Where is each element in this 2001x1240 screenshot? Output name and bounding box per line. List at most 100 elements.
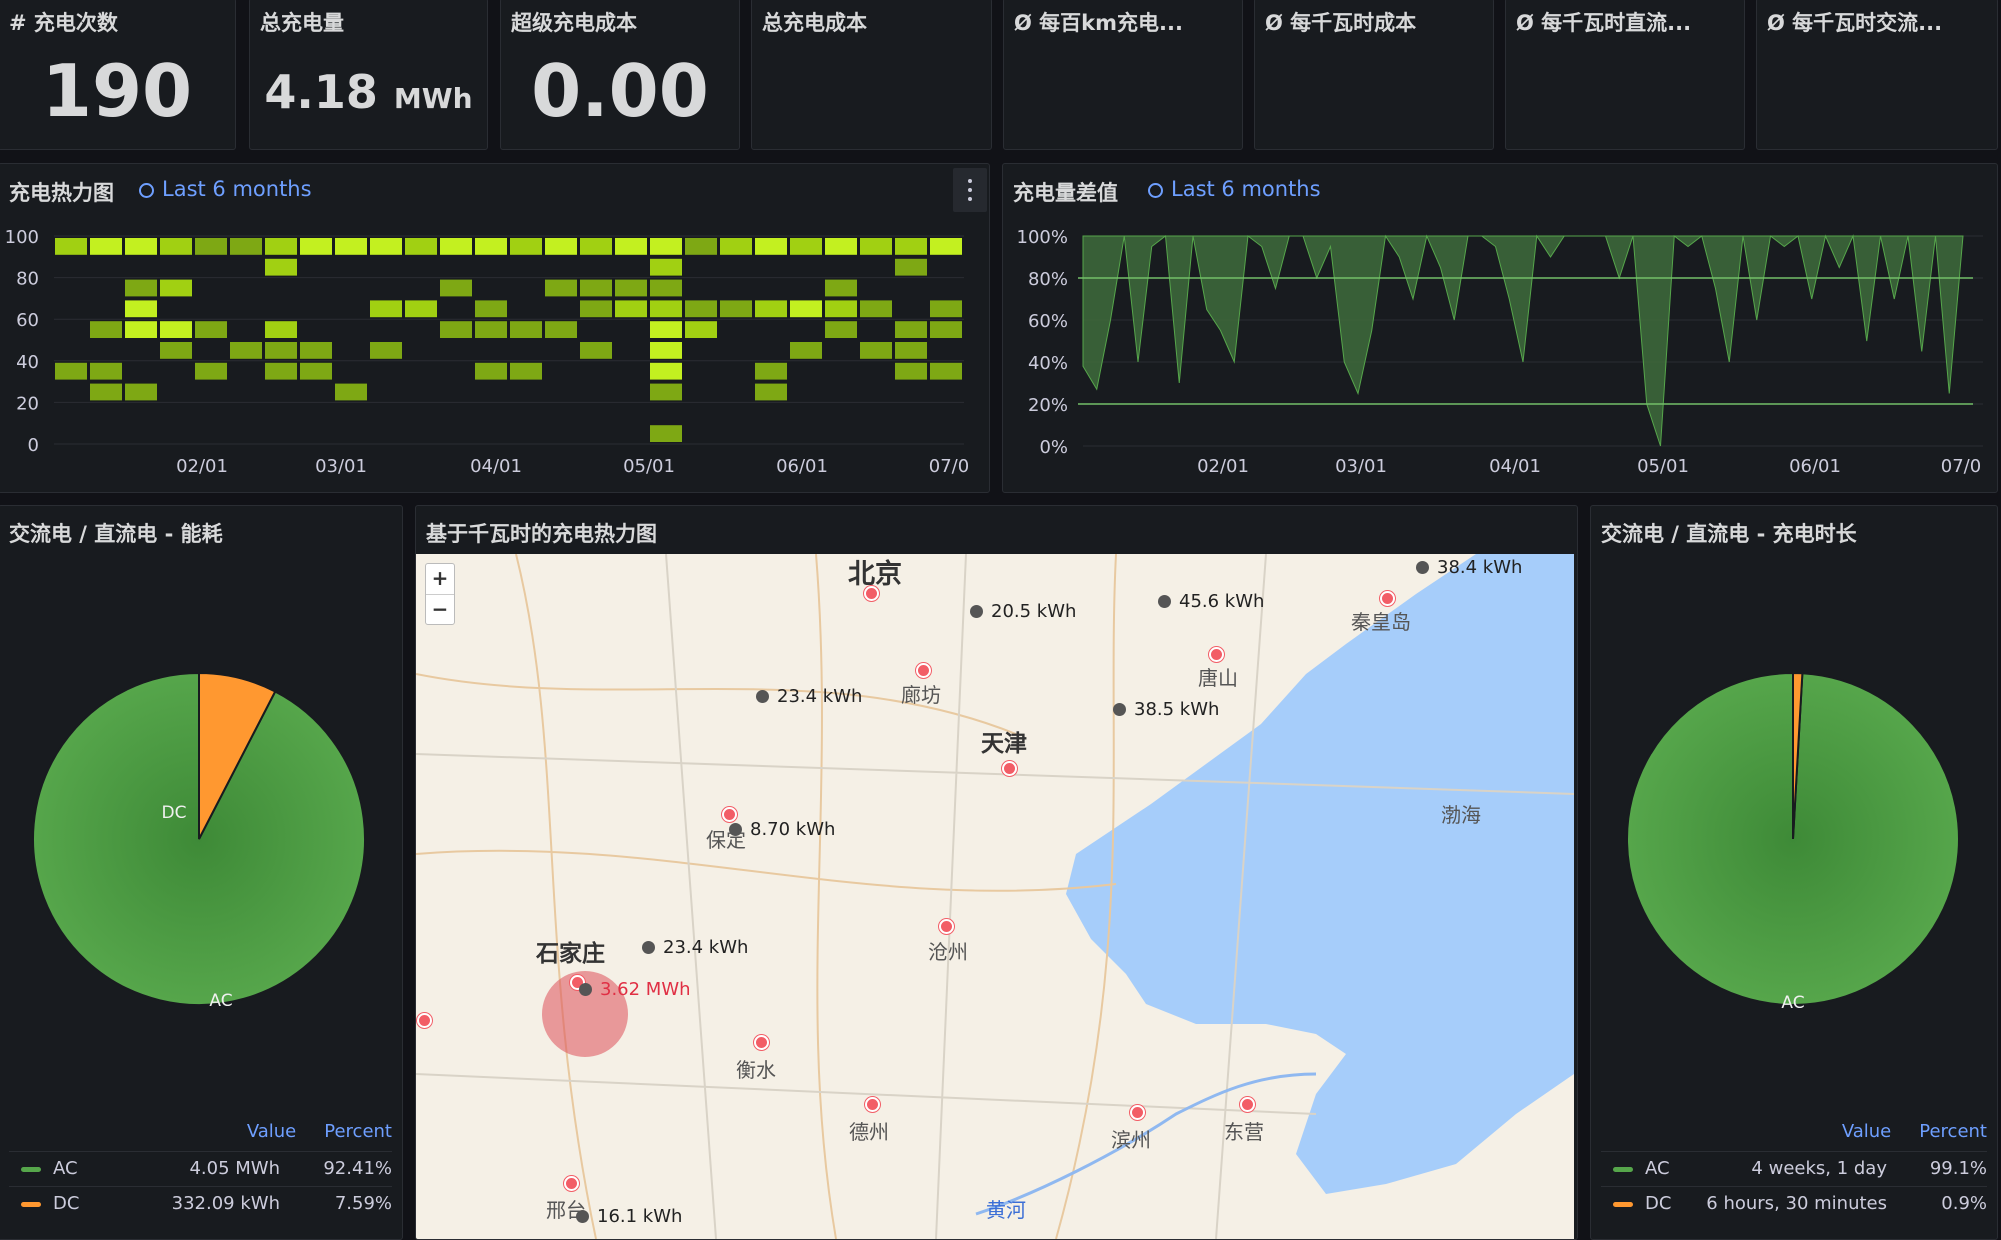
heatmap-cell <box>545 279 577 297</box>
heatmap-cell <box>755 383 787 401</box>
city-label: 德州 <box>849 1120 889 1144</box>
heatmap-cell <box>650 300 682 318</box>
legend-percent: 7.59% <box>334 1193 392 1214</box>
heatmap-cell <box>615 300 647 318</box>
legend-row-dc[interactable]: DC 332.09 kWh 7.59% <box>9 1186 392 1221</box>
heatmap-cell <box>685 321 717 338</box>
city-dot <box>1240 1097 1255 1112</box>
heatmap-cell <box>370 300 402 318</box>
duration-legend: Value Percent AC 4 weeks, 1 day 99.1% DC … <box>1601 1121 1987 1231</box>
map-marker[interactable]: 8.70 kWh <box>729 819 835 840</box>
stat-title: 总充电成本 <box>762 11 867 35</box>
heatmap-cell <box>720 238 752 255</box>
heatmap-cell <box>755 238 787 255</box>
heatmap-cell <box>195 321 227 338</box>
heatmap-cell <box>825 321 857 338</box>
city-dot <box>916 663 931 678</box>
y-tick-label: 100% <box>1017 227 1068 248</box>
stat-panel-avg-ac-kwh[interactable]: Ø 每千瓦时交流... <box>1756 0 1998 150</box>
energy-pie-panel[interactable]: 交流电 / 直流电 - 能耗 AC DC Value Percent AC 4.05… <box>0 505 403 1240</box>
map-marker[interactable]: 38.5 kWh <box>1113 699 1219 720</box>
stat-title: Ø 每千瓦时直流... <box>1516 11 1692 35</box>
heatmap-cell <box>300 342 332 359</box>
heatmap-cell <box>825 279 857 297</box>
heatmap-cell <box>860 300 892 318</box>
city-label: 石家庄 <box>536 941 605 967</box>
diff-panel[interactable]: 充电量差值 Last 6 months 100% 80% 60% 40% 20% 0% 02… <box>1002 163 1998 493</box>
heatmap-cell <box>90 383 122 401</box>
map-marker[interactable]: 16.1 kWh <box>576 1206 682 1227</box>
city-label: 渤海 <box>1441 803 1481 827</box>
heatmap-cell <box>335 383 367 401</box>
geo-map[interactable]: + − 北京 秦皇岛 唐山 廊坊 天津 渤海 保定 石家庄 沧州 衡水 德州 滨… <box>416 554 1574 1239</box>
stat-panel-total-energy[interactable]: 总充电量 4.18 MWh <box>249 0 488 150</box>
heatmap-cell <box>440 238 472 255</box>
city-label: 北京 <box>848 559 902 590</box>
map-marker[interactable]: 3.62 MWh <box>579 979 691 1000</box>
heatmap-cell <box>475 300 507 318</box>
legend-row-ac[interactable]: AC 4 weeks, 1 day 99.1% <box>1601 1151 1987 1186</box>
stat-panel-supercharge-cost[interactable]: 超级充电成本 0.00 <box>500 0 740 150</box>
heatmap-cell <box>195 362 227 380</box>
city-dot <box>1130 1105 1145 1120</box>
x-tick-label: 07/0 <box>1941 456 1981 477</box>
legend-row-ac[interactable]: AC 4.05 MWh 92.41% <box>9 1151 392 1186</box>
stat-value: 0.00 <box>531 49 709 133</box>
city-label: 廊坊 <box>901 683 941 707</box>
y-tick-label: 40 <box>16 352 39 373</box>
map-marker[interactable]: 45.6 kWh <box>1158 591 1264 612</box>
heatmap-cell <box>650 279 682 297</box>
heatmap-cell <box>90 238 122 255</box>
map-marker[interactable]: 23.4 kWh <box>756 686 862 707</box>
heatmap-cell <box>475 321 507 338</box>
x-tick-label: 05/01 <box>1637 456 1689 477</box>
map-panel[interactable]: 基于千瓦时的充电热力图 + − 北京 秦皇岛 唐山 廊坊 天津 渤海 保定 石家… <box>415 505 1578 1240</box>
zoom-in-button[interactable]: + <box>426 564 454 595</box>
map-marker[interactable]: 38.4 kWh <box>1416 557 1522 578</box>
legend-percent-header: Percent <box>1919 1121 1987 1142</box>
legend-value-header: Value <box>246 1121 297 1142</box>
stat-title: Ø 每百km充电... <box>1014 11 1183 35</box>
heatmap-cell <box>930 362 962 380</box>
city-dot <box>564 1176 579 1191</box>
map-background <box>416 554 1574 1239</box>
zoom-out-button[interactable]: − <box>426 595 454 625</box>
heatmap-cell <box>160 342 192 359</box>
x-tick-label: 03/01 <box>315 456 367 477</box>
y-tick-label: 0% <box>1039 437 1068 458</box>
legend-row-dc[interactable]: DC 6 hours, 30 minutes 0.9% <box>1601 1186 1987 1221</box>
city-label: 黄河 <box>986 1198 1026 1222</box>
heatmap-cell <box>580 342 612 359</box>
heatmap-cell <box>440 321 472 338</box>
heatmap-cell <box>125 238 157 255</box>
heatmap-panel[interactable]: 充电热力图 Last 6 months 100 80 60 40 20 0 02/01 03/… <box>0 163 990 493</box>
stat-panel-avg-cost-kwh[interactable]: Ø 每千瓦时成本 <box>1254 0 1494 150</box>
heatmap-cell <box>615 279 647 297</box>
legend-swatch <box>21 1167 41 1172</box>
duration-pie-panel[interactable]: 交流电 / 直流电 - 充电时长 AC Value Percent AC 4 we… <box>1590 505 1998 1240</box>
stat-unit: MWh <box>393 82 473 115</box>
stat-title: 超级充电成本 <box>511 11 637 35</box>
stat-panel-charge-count[interactable]: # 充电次数 190 <box>0 0 236 150</box>
heatmap-cell <box>370 342 402 359</box>
heatmap-cell <box>510 321 542 338</box>
legend-percent-header: Percent <box>324 1121 392 1142</box>
stat-panel-total-cost[interactable]: 总充电成本 <box>751 0 992 150</box>
heatmap-cell <box>545 238 577 255</box>
legend-name: AC <box>53 1158 78 1179</box>
x-tick-label: 05/01 <box>623 456 675 477</box>
legend-swatch <box>1613 1167 1633 1172</box>
pie-label: AC <box>209 991 232 1011</box>
heatmap-cell <box>580 279 612 297</box>
heatmap-cell <box>650 362 682 380</box>
y-tick-label: 80% <box>1028 269 1068 290</box>
x-tick-label: 04/01 <box>1489 456 1541 477</box>
map-marker[interactable]: 23.4 kWh <box>642 937 748 958</box>
y-tick-label: 100 <box>5 227 39 248</box>
stat-panel-avg-dc-kwh[interactable]: Ø 每千瓦时直流... <box>1505 0 1745 150</box>
stat-panel-avg-per-100km[interactable]: Ø 每百km充电... <box>1003 0 1243 150</box>
map-marker[interactable]: 20.5 kWh <box>970 601 1076 622</box>
city-label: 唐山 <box>1198 666 1238 690</box>
heatmap-cell <box>790 300 822 318</box>
heatmap-chart: 100 80 60 40 20 0 02/01 03/01 04/01 05/01 06/01 07/… <box>5 227 970 477</box>
